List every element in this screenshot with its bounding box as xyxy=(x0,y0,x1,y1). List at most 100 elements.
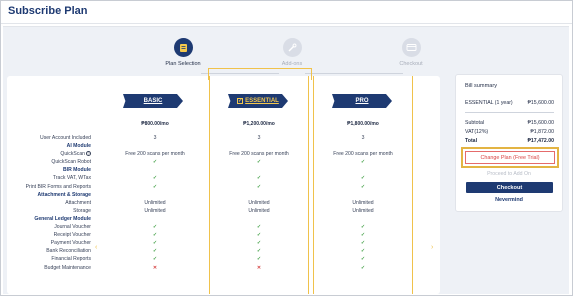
feature-label-text: QuickScan xyxy=(60,151,85,158)
bill-item-value: ₱15,600.00 xyxy=(527,100,554,106)
feature-label: Financial Reports xyxy=(51,256,91,263)
selected-plan-marker xyxy=(208,68,312,80)
plan-value xyxy=(314,191,412,199)
step-label: Checkout xyxy=(399,61,423,67)
check-icon: ✓ xyxy=(360,256,366,263)
feature-label: QuickScan? xyxy=(7,150,91,158)
check-icon: ✓ xyxy=(360,224,366,231)
chevron-left-icon[interactable]: ‹ xyxy=(95,244,97,251)
plan-value xyxy=(105,191,205,199)
plan-value: 3 xyxy=(361,135,365,141)
check-icon: ✓ xyxy=(360,175,366,182)
bill-total-label: Total xyxy=(465,138,478,144)
tools-icon xyxy=(282,38,302,57)
plan-column-basic[interactable]: BASIC ₱800.00/mo 3 Free 200 scans per mo… xyxy=(105,76,205,294)
feature-label: User Account Included xyxy=(40,135,91,141)
check-icon: ✓ xyxy=(152,224,158,231)
plan-value xyxy=(314,166,412,174)
change-plan-highlight: Change Plan (Free Trial) xyxy=(461,147,559,168)
bill-total-value: ₱17,472.00 xyxy=(527,138,554,144)
help-icon[interactable]: ? xyxy=(86,151,91,157)
plan-column-essential[interactable]: ✓ ESSENTIAL ₱1,200.00/mo 3 Free 200 scan… xyxy=(208,68,312,294)
plan-value xyxy=(105,166,205,174)
feature-label: Payment Voucher xyxy=(50,240,91,247)
feature-label: Attachment xyxy=(65,199,91,206)
plan-value: Unlimited xyxy=(352,199,374,206)
nevermind-link[interactable]: Nevermind xyxy=(456,197,562,203)
check-icon: ✓ xyxy=(360,183,366,190)
bill-vat-row: VAT(12%) ₱1,872.00 xyxy=(465,129,554,135)
step-label: Plan Selection xyxy=(165,61,201,67)
plan-values: 3 Free 200 scans per month ✓ ✓ ✓ Unlimit… xyxy=(105,134,205,272)
cross-icon: ✕ xyxy=(256,264,262,271)
plan-price: ₱1,200.00/mo xyxy=(243,121,275,127)
feature-section-header: General Ledger Module xyxy=(34,215,91,222)
check-icon: ✓ xyxy=(152,240,158,247)
checkbox-icon: ✓ xyxy=(237,98,244,104)
checkout-button[interactable]: Checkout xyxy=(466,182,553,193)
feature-label: QuickScan Robot xyxy=(51,159,91,166)
document-icon xyxy=(173,38,193,57)
bill-subtotal-value: ₱15,600.00 xyxy=(527,120,554,126)
step-add-ons[interactable]: Add-ons xyxy=(262,38,322,67)
plan-column-pro[interactable]: PRO ₱1,800.00/mo 3 Free 200 scans per mo… xyxy=(313,76,413,294)
check-icon: ✓ xyxy=(256,175,262,182)
plan-value: Unlimited xyxy=(352,207,374,214)
plan-value xyxy=(210,191,308,199)
check-icon: ✓ xyxy=(360,232,366,239)
check-icon: ✓ xyxy=(152,256,158,263)
change-plan-button[interactable]: Change Plan (Free Trial) xyxy=(465,151,555,164)
plan-value: 3 xyxy=(257,135,261,141)
check-icon: ✓ xyxy=(152,183,158,190)
feature-label: Track VAT, WTax xyxy=(52,175,91,182)
check-icon: ✓ xyxy=(360,248,366,255)
step-plan-selection[interactable]: Plan Selection xyxy=(153,38,213,67)
check-icon: ✓ xyxy=(256,240,262,247)
bill-summary-panel: Bill summary ESSENTIAL (1 year) ₱15,600.… xyxy=(455,74,563,212)
plan-values: 3 Free 200 scans per month ✓ ✓ ✓ Unlimit… xyxy=(314,134,412,272)
check-icon: ✓ xyxy=(360,240,366,247)
step-label: Add-ons xyxy=(281,61,303,67)
plans-table: User Account Included AI Module QuickSca… xyxy=(7,68,440,294)
stepper-line xyxy=(305,73,403,74)
plan-value: Unlimited xyxy=(144,199,166,206)
plan-value: Unlimited xyxy=(248,207,270,214)
cross-icon: ✕ xyxy=(152,264,158,271)
feature-list: User Account Included AI Module QuickSca… xyxy=(7,134,91,272)
bill-total-row: Total ₱17,472.00 xyxy=(465,138,554,144)
plan-values: 3 Free 200 scans per month ✓ ✓ ✓ Unlimit… xyxy=(210,134,308,272)
plan-value xyxy=(105,215,205,223)
plan-value xyxy=(210,166,308,174)
title-divider xyxy=(1,23,572,24)
bill-subtotal-row: Subtotal ₱15,600.00 xyxy=(465,120,554,126)
bill-summary-heading: Bill summary xyxy=(465,83,498,89)
plan-value xyxy=(314,142,412,150)
plan-value: Unlimited xyxy=(248,199,270,206)
bill-vat-value: ₱1,872.00 xyxy=(530,129,554,135)
check-icon: ✓ xyxy=(256,232,262,239)
feature-label: Print BIR Forms and Reports xyxy=(25,183,91,190)
bill-item-label: ESSENTIAL (1 year) xyxy=(465,100,513,106)
feature-section-header: AI Module xyxy=(66,143,91,150)
check-icon: ✓ xyxy=(256,248,262,255)
plan-banner[interactable]: PRO xyxy=(332,94,392,108)
plan-value xyxy=(210,215,308,223)
feature-label: Receipt Voucher xyxy=(53,232,91,239)
chevron-right-icon[interactable]: › xyxy=(431,244,433,251)
check-icon: ✓ xyxy=(152,248,158,255)
check-icon: ✓ xyxy=(256,159,262,166)
plan-banner[interactable]: ✓ ESSENTIAL xyxy=(228,94,288,108)
plan-price: ₱800.00/mo xyxy=(141,121,169,127)
check-icon: ✓ xyxy=(152,232,158,239)
plan-value xyxy=(210,142,308,150)
feature-label: Bank Reconciliation xyxy=(46,248,91,255)
step-checkout[interactable]: Checkout xyxy=(381,38,441,67)
plan-value: Free 200 scans per month xyxy=(229,151,289,158)
plan-value: Free 200 scans per month xyxy=(125,151,185,158)
check-icon: ✓ xyxy=(360,264,366,271)
check-icon: ✓ xyxy=(256,224,262,231)
plan-banner[interactable]: BASIC xyxy=(123,94,183,108)
proceed-to-add-on-link[interactable]: Proceed to Add On xyxy=(456,171,562,177)
plan-value: Free 200 scans per month xyxy=(333,151,393,158)
feature-label: Journal Voucher xyxy=(54,224,91,231)
